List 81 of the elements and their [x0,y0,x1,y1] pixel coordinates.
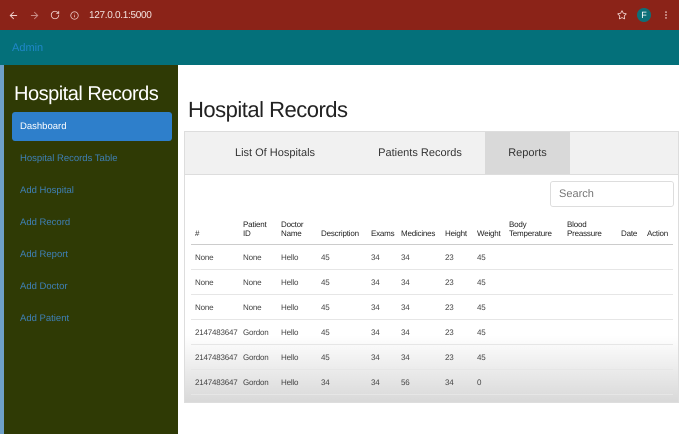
table-cell: Hello [277,370,317,394]
table-cell: 34 [317,370,367,394]
sidebar-item[interactable]: Hospital Records Table [12,144,172,173]
column-header: Weight [473,217,505,244]
table-cell: 34 [367,270,397,294]
table-cell: 34 [367,320,397,344]
table-cell: 34 [397,294,441,320]
table-cell: 23 [441,244,473,270]
table-cell: 45 [473,244,505,270]
column-header: Height [441,217,473,244]
table-cell: Gordon [239,370,277,394]
table-cell: 56 [397,370,441,394]
table-cell: 34 [397,320,441,344]
sidebar-item[interactable]: Dashboard [12,112,172,141]
table-cell: 45 [473,344,505,370]
table-cell: 23 [441,294,473,320]
back-icon[interactable] [8,10,19,20]
forward-icon[interactable] [29,10,40,20]
sidebar-item[interactable]: Add Patient [12,304,172,333]
table-cell: Hello [277,320,317,344]
table-cell: None [239,270,277,294]
table-cell: 45 [317,344,367,370]
column-header: Patient ID [239,217,277,244]
sidebar-title: Hospital Records [14,83,160,106]
table-cell: 45 [473,270,505,294]
table-cell: 45 [317,244,367,270]
profile-avatar[interactable]: F [637,8,651,22]
table-cell: 45 [317,270,367,294]
table-cell: Gordon [239,344,277,370]
table-cell: 23 [441,320,473,344]
table-cell: 2147483647 [191,344,239,370]
tab[interactable]: Reports [485,132,570,174]
column-header: Date [617,217,643,244]
table-cell: 45 [317,294,367,320]
tab[interactable]: List Of Hospitals [195,132,355,174]
table-cell: 0 [473,370,505,394]
sidebar-item[interactable]: Add Record [12,208,172,237]
table-cell: 34 [367,244,397,270]
table-cell: Hello [277,344,317,370]
table-cell: Hello [277,270,317,294]
star-icon[interactable] [617,10,627,20]
table-cell: 34 [367,294,397,320]
table-cell: 2147483647 [191,320,239,344]
sidebar-item[interactable]: Add Hospital [12,176,172,205]
column-header: Description [317,217,367,244]
table-cell: 34 [397,244,441,270]
table-cell: None [191,270,239,294]
table-cell: 45 [473,294,505,320]
table-cell: None [239,244,277,270]
navbar-brand[interactable]: Admin [12,42,44,54]
table-cell: 34 [397,344,441,370]
table-cell: 23 [441,270,473,294]
table-cell: Hello [277,244,317,270]
tab[interactable]: Patients Records [355,132,485,174]
search-field[interactable]: Search [550,181,674,207]
column-header: Medicines [397,217,441,244]
page-title: Hospital Records [188,97,349,123]
column-header: Blood Preassure [563,217,617,244]
table-cell: None [191,244,239,270]
column-header: Exams [367,217,397,244]
table-cell: 34 [397,270,441,294]
sidebar-item[interactable]: Add Report [12,240,172,269]
column-header: Body Temperature [505,217,563,244]
column-header: Action [643,217,673,244]
table-cell: 45 [317,320,367,344]
table-cell: None [191,294,239,320]
column-header: # [191,217,239,244]
info-icon [70,10,79,20]
sidebar-item[interactable]: Add Doctor [12,272,172,301]
address-bar[interactable]: 127.0.0.1:5000 [89,10,152,20]
table-cell: 23 [441,344,473,370]
table-cell: 34 [367,344,397,370]
column-header: Doctor Name [277,217,317,244]
table-cell: 34 [367,370,397,394]
reload-icon[interactable] [50,10,60,20]
table-cell: 34 [441,370,473,394]
table-cell: Hello [277,294,317,320]
table-cell: None [239,294,277,320]
table-cell: 2147483647 [191,370,239,394]
table-cell: Gordon [239,320,277,344]
table-cell: 45 [473,320,505,344]
